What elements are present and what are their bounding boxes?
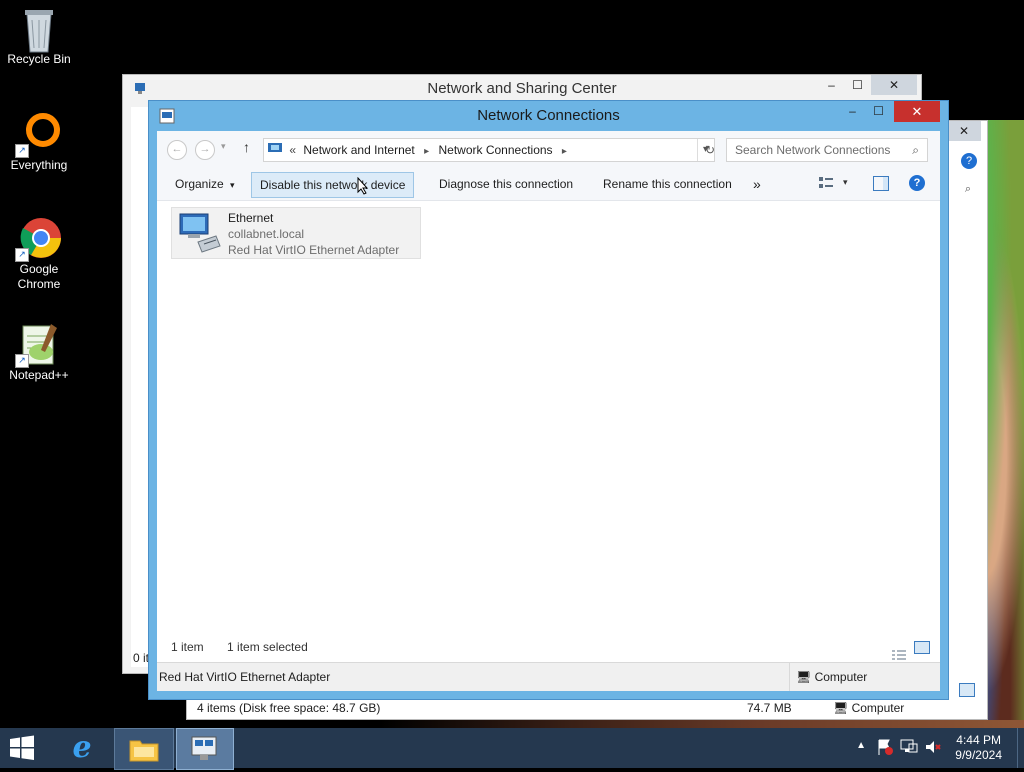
desktop-icon-label: Notepad++ (9, 368, 69, 382)
network-connections-icon (191, 736, 217, 760)
view-dropdown-icon[interactable]: ▾ (843, 177, 848, 188)
breadcrumb-network-connections[interactable]: Network Connections (439, 143, 553, 157)
item-status-bar: 1 item 1 item selected (157, 631, 940, 663)
desktop-icon-notepadpp[interactable]: ↗ Notepad++ (0, 322, 78, 383)
mouse-cursor-icon (357, 176, 369, 195)
address-bar[interactable]: « Network and Internet ▸ Network Connect… (263, 138, 715, 162)
window-title: Network and Sharing Center (123, 75, 921, 103)
desktop-icon-label: Everything (10, 158, 68, 172)
shortcut-arrow-icon: ↗ (15, 144, 29, 158)
disable-device-button[interactable]: Disable this network device (251, 172, 415, 198)
window-client: ← → ▾ ↑ « Network and Internet ▸ Network… (157, 131, 940, 691)
connection-network: collabnet.local (228, 227, 305, 241)
breadcrumb-prefix[interactable]: « (289, 143, 296, 157)
status-location-label: Computer (851, 701, 905, 715)
organize-label: Organize (175, 177, 224, 191)
recent-locations-chevron-icon[interactable]: ▾ (221, 141, 226, 152)
status-size: 74.7 MB (747, 701, 792, 715)
network-icon (133, 81, 147, 95)
minimize-button[interactable]: – (818, 75, 845, 95)
clock-time: 4:44 PM (956, 733, 1001, 747)
breadcrumb-network-internet[interactable]: Network and Internet (303, 143, 414, 157)
address-row: ← → ▾ ↑ « Network and Internet ▸ Network… (157, 131, 940, 168)
breadcrumb-separator-icon[interactable]: ▸ (562, 146, 567, 157)
search-placeholder: Search Network Connections (735, 143, 891, 157)
breadcrumb-separator-icon[interactable]: ▸ (424, 146, 429, 157)
volume-muted-icon[interactable] (924, 738, 942, 756)
show-hidden-icons-icon[interactable]: ▲ (856, 740, 866, 751)
preview-pane-icon[interactable] (873, 176, 889, 191)
connections-list: Ethernet collabnet.local Red Hat VirtIO … (157, 176, 940, 621)
shortcut-arrow-icon: ↗ (15, 248, 29, 262)
details-view-icon[interactable] (892, 641, 906, 660)
rename-button[interactable]: Rename this connection (595, 172, 740, 196)
help-icon[interactable]: ? (961, 153, 977, 169)
command-bar: Organize ▾ Disable this network device D… (157, 168, 940, 201)
action-center-flag-icon[interactable] (876, 738, 894, 756)
network-tray-icon[interactable] (900, 738, 918, 756)
shortcut-arrow-icon: ↗ (15, 354, 29, 368)
help-icon[interactable]: ? (909, 175, 925, 191)
desktop-icon-everything[interactable]: ↗ Everything (0, 112, 78, 173)
status-zone: 🖥 Computer (789, 663, 867, 691)
refresh-icon[interactable]: ↻ (697, 139, 722, 161)
computer-icon: 🖥 (796, 670, 812, 684)
network-connections-taskbar-button[interactable] (176, 728, 234, 770)
clock[interactable]: 4:44 PM 9/9/2024 (955, 733, 1002, 763)
connection-name: Ethernet (228, 211, 274, 225)
recycle-bin-icon (17, 6, 61, 53)
internet-explorer-button[interactable]: e (60, 728, 104, 768)
taskbar: e ▲ 4:44 PM 9/9/2024 (0, 728, 1024, 770)
everything-icon: ↗ (15, 112, 61, 158)
desktop-icon-label: Google Chrome (17, 262, 61, 291)
view-icon[interactable] (959, 683, 975, 697)
ethernet-adapter-icon (176, 212, 222, 256)
chrome-icon: ↗ (15, 216, 61, 262)
search-icon[interactable]: ⌕ (965, 183, 971, 196)
maximize-button[interactable]: ☐ (865, 101, 892, 121)
desktop-icon-chrome[interactable]: ↗ Google Chrome (0, 216, 78, 292)
desktop-icon-label: Recycle Bin (7, 52, 71, 66)
connection-item-ethernet[interactable]: Ethernet collabnet.local Red Hat VirtIO … (171, 207, 421, 259)
close-button[interactable]: ✕ (947, 121, 981, 141)
file-explorer-button[interactable] (114, 728, 174, 770)
close-button[interactable]: ✕ (894, 101, 940, 122)
window-title: Network Connections (477, 107, 620, 124)
desktop-icon-recycle-bin[interactable]: Recycle Bin (0, 6, 78, 67)
status-location: 🖥 Computer (833, 701, 904, 715)
back-button[interactable]: ← (167, 140, 187, 160)
search-input[interactable]: Search Network Connections ⌕ (726, 138, 928, 162)
organize-button[interactable]: Organize ▾ (167, 172, 243, 196)
notepadpp-icon: ↗ (15, 322, 61, 368)
control-panel-icon (268, 139, 282, 161)
tiles-view-icon[interactable] (914, 641, 930, 654)
start-button[interactable] (8, 728, 48, 768)
search-icon[interactable]: ⌕ (912, 139, 919, 161)
status-detail: Red Hat VirtIO Ethernet Adapter (159, 670, 331, 684)
internet-explorer-icon: e (72, 730, 92, 765)
status-zone-label: Computer (814, 670, 868, 684)
computer-icon: 🖥 (833, 701, 849, 715)
maximize-button[interactable]: ☐ (844, 75, 871, 95)
diagnose-button[interactable]: Diagnose this connection (431, 172, 581, 196)
show-desktop-button[interactable] (1017, 728, 1024, 768)
close-button[interactable]: ✕ (871, 75, 917, 95)
item-count: 1 item (171, 640, 204, 654)
status-text: 0 it (133, 651, 150, 665)
forward-button[interactable]: → (195, 140, 215, 160)
connection-adapter: Red Hat VirtIO Ethernet Adapter (228, 243, 400, 257)
change-view-icon[interactable] (819, 177, 833, 189)
minimize-button[interactable]: – (839, 101, 866, 121)
more-commands-button[interactable]: » (745, 172, 769, 196)
dropdown-arrow-icon: ▾ (230, 180, 235, 190)
status-text: 4 items (Disk free space: 48.7 GB) (197, 701, 381, 715)
details-status-bar: Red Hat VirtIO Ethernet Adapter 🖥 Comput… (157, 662, 940, 691)
network-connections-window[interactable]: Network Connections – ☐ ✕ ← → ▾ ↑ « Netw… (148, 100, 949, 700)
clock-date: 9/9/2024 (955, 748, 1002, 762)
folder-icon (129, 740, 159, 762)
up-arrow-icon[interactable]: ↑ (243, 139, 250, 155)
selected-count: 1 item selected (227, 640, 308, 654)
